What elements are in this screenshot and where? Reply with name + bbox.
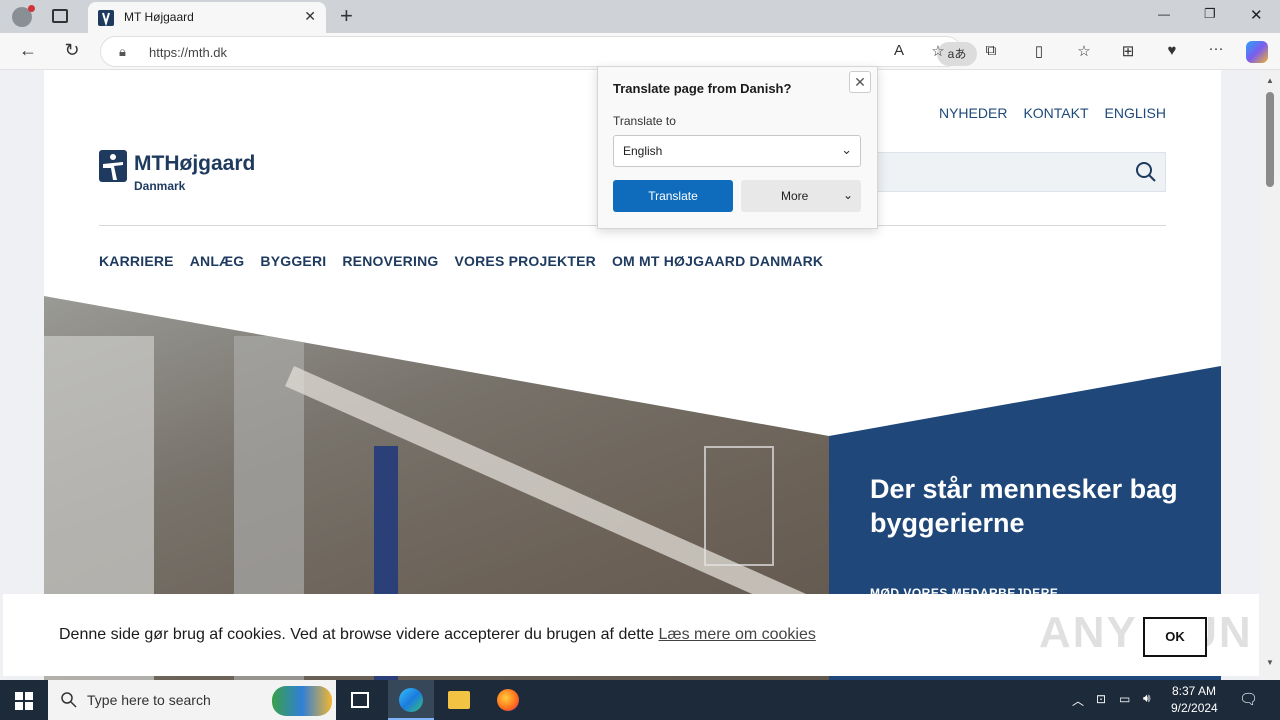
translate-button[interactable]: Translate [613,180,733,212]
page-scrollbar[interactable]: ▲ ▼ [1260,70,1280,680]
language-select[interactable]: English ⌄ [613,135,861,167]
mth-logo-icon [99,150,127,182]
logo-brand-text: MTHøjgaard [134,152,256,175]
site-search-input[interactable] [844,152,1166,192]
main-nav: KARRIERE ANLÆG BYGGERI RENOVERING VORES … [99,253,823,269]
tray-chevron-icon[interactable]: ︿ [1072,692,1084,709]
split-screen-icon[interactable]: ▯ [1027,42,1051,60]
notifications-icon[interactable]: 🗨︎ [1239,690,1258,708]
top-link-english[interactable]: ENGLISH [1105,105,1166,121]
translate-close-icon[interactable]: ✕ [849,71,871,93]
favorite-star-icon[interactable]: ☆ [926,42,950,60]
taskbar-search-placeholder: Type here to search [87,692,211,708]
collections-icon[interactable]: ⊞ [1116,42,1140,60]
taskbar-search-icon [61,692,77,708]
tab-active[interactable]: MT Højgaard ✕ [88,2,326,33]
site-favicon-icon [98,10,114,26]
url-text: https://mth.dk [149,45,228,60]
scroll-down-arrow-icon[interactable]: ▼ [1266,658,1274,667]
logo-sub-text: Danmark [134,179,186,193]
language-select-value: English [623,144,663,158]
cookie-more-link[interactable]: Læs mere om cookies [658,626,815,643]
clock-time[interactable]: 8:37 AM [1172,684,1216,698]
extensions-icon[interactable]: ⧉ [979,42,1003,59]
cookie-banner: ANY RUN Denne side gør brug af cookies. … [3,594,1259,676]
cookie-ok-button[interactable]: OK [1143,617,1207,657]
task-view-icon[interactable] [351,692,369,708]
tab-title: MT Højgaard [124,10,194,24]
nav-item-anlaeg[interactable]: ANLÆG [190,253,245,269]
hero-headline: Der står mennesker bag byggerierne [870,474,1178,538]
refresh-icon[interactable]: ↻ [60,40,84,61]
firefox-icon[interactable] [497,689,519,711]
edge-taskbar-icon[interactable] [388,680,434,720]
copilot-icon[interactable] [1246,41,1268,63]
scrollbar-thumb[interactable] [1266,92,1274,187]
clock-date[interactable]: 9/2/2024 [1171,701,1218,715]
new-tab-button[interactable]: + [340,3,353,29]
taskbar-search-input[interactable]: Type here to search [48,680,336,720]
cookie-message: Denne side gør brug af cookies. Ved at b… [59,626,659,643]
search-highlight-icon [272,686,332,716]
file-explorer-icon[interactable] [448,691,470,709]
address-bar[interactable]: 🔒︎ https://mth.dk aあ A ☆ [100,36,977,67]
close-window-button[interactable]: ✕ [1250,6,1263,24]
tab-close-icon[interactable]: ✕ [304,8,316,25]
translate-to-label: Translate to [613,114,676,128]
back-arrow-icon[interactable]: ← [16,40,40,61]
top-link-news[interactable]: NYHEDER [939,105,1007,121]
chevron-down-icon: ⌄ [842,188,853,202]
nav-item-karriere[interactable]: KARRIERE [99,253,174,269]
scroll-up-arrow-icon[interactable]: ▲ [1266,76,1274,85]
more-button-label: More [781,189,809,203]
nav-item-om[interactable]: OM MT HØJGAARD DANMARK [612,253,823,269]
windows-taskbar: Type here to search ︿ ⊡ ▭ 🔊︎ 8:37 AM 9/2… [0,680,1280,720]
tab-bar: MT Højgaard ✕ + — ❐ ✕ [0,0,1280,33]
profile-notification-dot [28,5,35,12]
restore-button[interactable]: ❐ [1204,6,1216,22]
lock-icon[interactable]: 🔒︎ [119,44,126,60]
cookie-text: Denne side gør brug af cookies. Ved at b… [59,626,816,644]
read-aloud-icon[interactable]: A [887,42,911,59]
top-link-contact[interactable]: KONTAKT [1023,105,1088,121]
translate-popup: Translate page from Danish? ✕ Translate … [597,66,878,229]
nav-item-renovering[interactable]: RENOVERING [342,253,438,269]
network-icon[interactable]: ▭ [1119,692,1130,706]
nav-item-projekter[interactable]: VORES PROJEKTER [454,253,595,269]
minimize-button[interactable]: — [1158,7,1170,21]
windows-start-icon[interactable] [15,692,33,710]
performance-icon[interactable]: ♥ [1160,42,1184,59]
more-menu-icon[interactable]: ··· [1204,40,1228,57]
volume-icon[interactable]: 🔊︎ [1143,691,1151,706]
chevron-down-icon: ⌄ [841,142,852,157]
tab-actions-icon[interactable] [52,9,68,23]
more-options-button[interactable]: More ⌄ [741,180,861,212]
nav-item-byggeri[interactable]: BYGGERI [260,253,326,269]
favorites-icon[interactable]: ☆ [1072,42,1096,60]
meet-now-icon[interactable]: ⊡ [1096,692,1106,706]
browser-toolbar: ← ↻ 🔒︎ https://mth.dk aあ A ☆ ⧉ ▯ ☆ ⊞ ♥ ·… [0,33,1280,70]
top-links: NYHEDER KONTAKT ENGLISH [939,105,1166,121]
translate-popup-title: Translate page from Danish? [613,81,792,96]
search-icon[interactable] [1135,161,1157,183]
